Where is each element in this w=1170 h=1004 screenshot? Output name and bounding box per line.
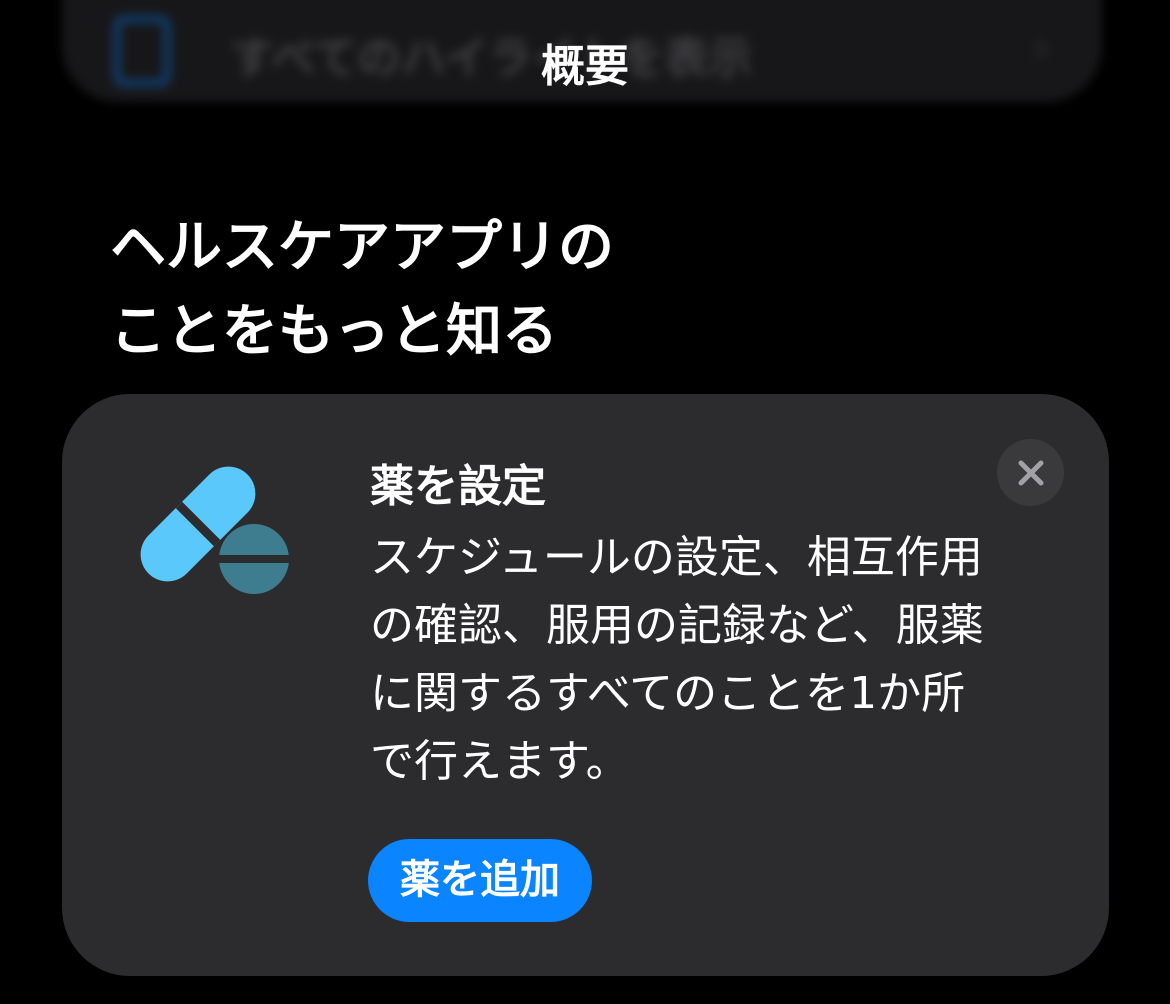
close-icon	[1018, 460, 1043, 485]
section-heading: ヘルスケアアプリの ことをもっと知る	[110, 206, 870, 374]
medications-card: 薬を設定 スケジュールの設定、相互作用 の確認、服用の記録など、服薬 に関するす…	[62, 394, 1109, 976]
section-heading-line: ことをもっと知る	[110, 299, 558, 364]
card-description-line: スケジュールの設定、相互作用	[370, 532, 983, 583]
section-heading-line: ヘルスケアアプリの	[110, 215, 614, 280]
dismiss-card-button[interactable]	[997, 439, 1064, 506]
card-description-line: に関するすべてのことを1か所	[370, 668, 966, 719]
pills-icon	[132, 458, 294, 602]
card-title: 薬を設定	[370, 461, 546, 512]
add-medication-button[interactable]: 薬を追加	[368, 839, 592, 922]
card-description-line: で行えます。	[370, 736, 630, 787]
card-description: スケジュールの設定、相互作用 の確認、服用の記録など、服薬 に関するすべてのこと…	[370, 524, 1060, 796]
card-description-line: の確認、服用の記録など、服薬	[370, 600, 984, 651]
nav-title: 概要	[541, 41, 629, 92]
